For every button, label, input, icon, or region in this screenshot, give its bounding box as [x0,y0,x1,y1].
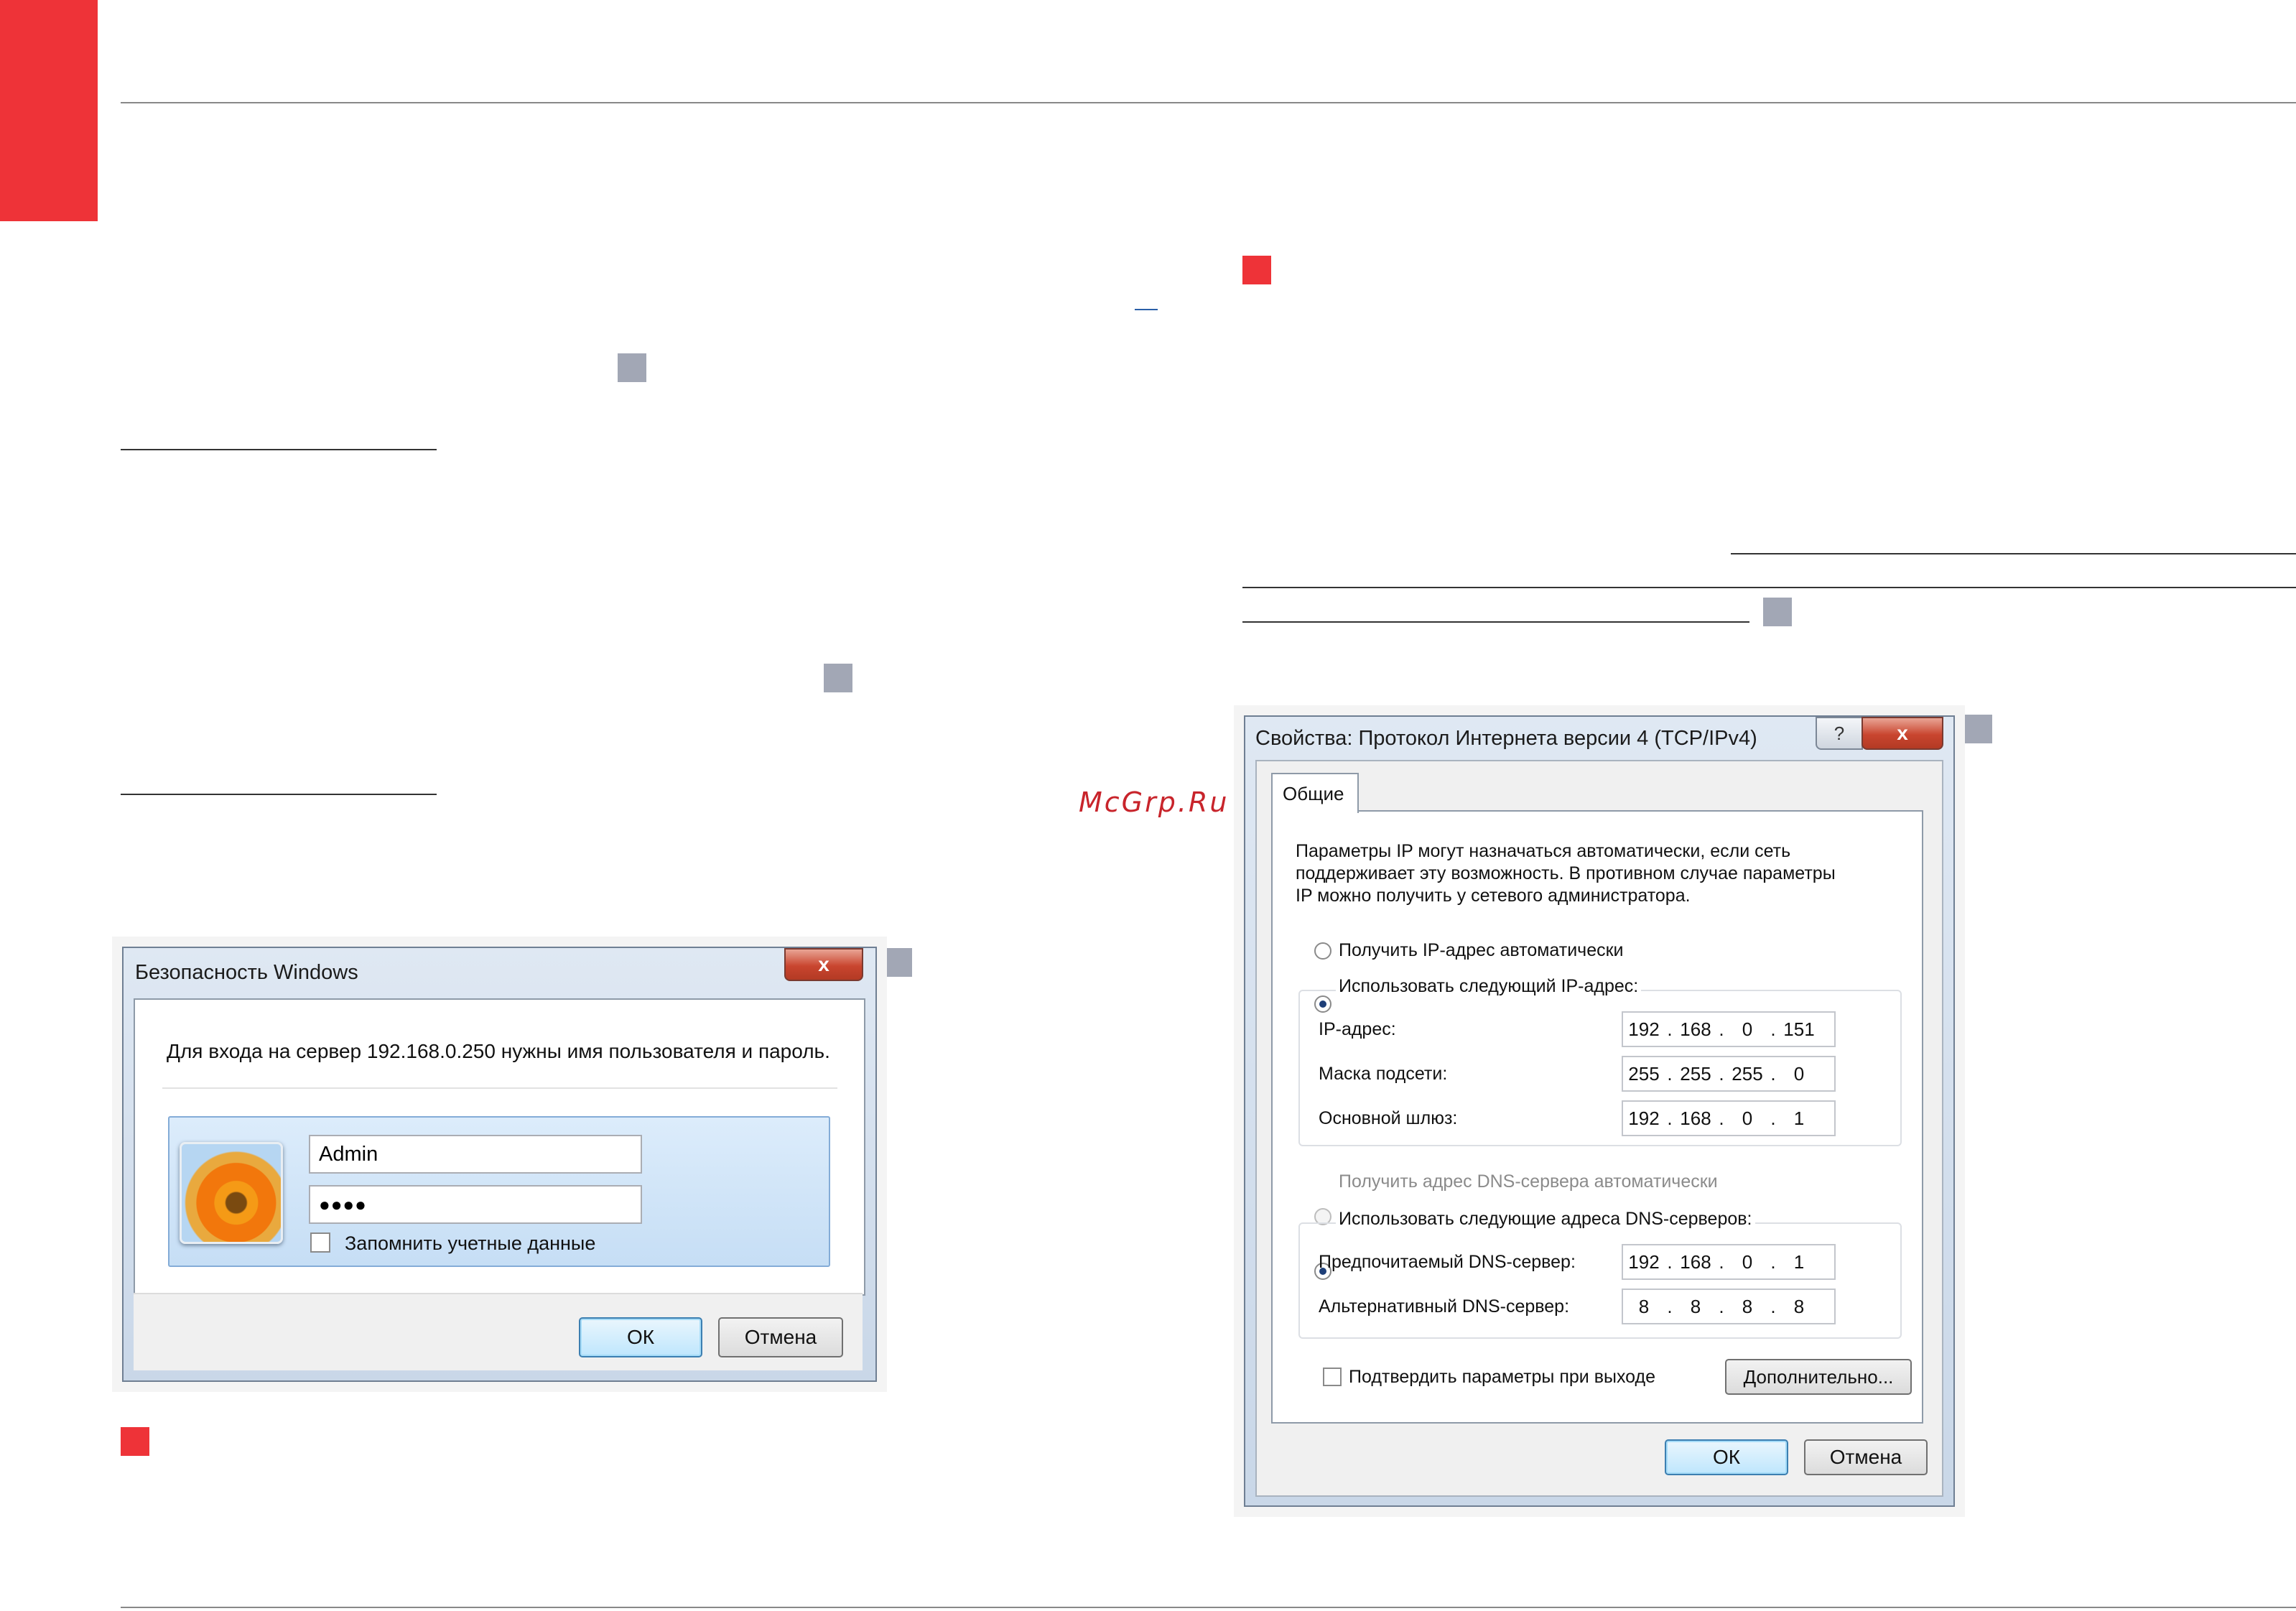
grey-marker [883,948,912,977]
close-button[interactable]: x [784,948,863,981]
octet: 1 [1793,1107,1805,1129]
ip-address-field[interactable]: 192. 168. 0. 151 [1622,1011,1836,1047]
login-dialog: Безопасность Windows x Для входа на серв… [122,947,877,1382]
password-input[interactable]: ●●●● [309,1185,642,1224]
octet: 8 [1793,1295,1805,1317]
separator [162,1087,837,1089]
alternate-dns-field[interactable]: 8. 8. 8. 8 [1622,1289,1836,1324]
red-corner-tab [0,0,98,221]
octet: 151 [1783,1018,1815,1040]
octet: 1 [1793,1250,1805,1273]
gateway-label: Основной шлюз: [1319,1108,1458,1128]
validate-checkbox[interactable] [1323,1368,1342,1386]
octet: 8 [1638,1295,1650,1317]
credential-tile: ●●●● Запомнить учетные данные [168,1116,830,1267]
dialog-footer: ОК Отмена [134,1293,863,1370]
underline [1242,621,1749,623]
remember-checkbox[interactable] [310,1232,330,1253]
gateway-field[interactable]: 192. 168. 0. 1 [1622,1100,1836,1136]
validate-label: Подтвердить параметры при выходе [1349,1367,1656,1387]
ok-button[interactable]: ОК [1665,1439,1788,1475]
grey-marker [618,353,646,382]
octet: 168 [1680,1018,1711,1040]
octet: 0 [1742,1018,1753,1040]
subnet-mask-label: Маска подсети: [1319,1064,1448,1084]
ipv4-properties-dialog: Свойства: Протокол Интернета версии 4 (T… [1244,715,1955,1507]
underline [1242,587,2296,588]
dialog-body: Для входа на сервер 192.168.0.250 нужны … [134,998,865,1296]
top-rule [121,102,2296,103]
radio-manual-ip-label: Использовать следующий IP-адрес: [1336,975,1642,998]
dialog-title: Свойства: Протокол Интернета версии 4 (T… [1255,727,1757,750]
octet: 192 [1628,1018,1660,1040]
octet: 8 [1742,1295,1753,1317]
tab-general[interactable]: Общие [1271,773,1359,813]
advanced-button[interactable]: Дополнительно... [1725,1359,1912,1395]
ok-button[interactable]: ОК [579,1317,702,1357]
remember-label: Запомнить учетные данные [345,1232,596,1254]
radio-auto-ip[interactable] [1314,942,1331,960]
cancel-button[interactable]: Отмена [718,1317,843,1357]
bottom-rule [121,1607,2296,1608]
octet: 192 [1628,1107,1660,1129]
underline [121,794,437,795]
grey-marker [824,664,852,692]
ip-address-label: IP-адрес: [1319,1019,1396,1039]
close-icon: x [818,953,829,975]
help-button[interactable]: ? [1816,717,1863,750]
tab-page: Параметры IP могут назначаться автоматич… [1271,810,1923,1424]
underline [1731,553,2296,554]
intro-line: Параметры IP могут назначаться автоматич… [1296,841,1791,861]
preferred-dns-label: Предпочитаемый DNS-сервер: [1319,1252,1576,1272]
login-message: Для входа на сервер 192.168.0.250 нужны … [167,1040,830,1062]
flower-user-icon [180,1142,283,1244]
octet: 0 [1742,1107,1753,1129]
close-icon: x [1897,722,1908,744]
radio-auto-ip-label: Получить IP-адрес автоматически [1339,940,1624,960]
grey-marker [1963,715,1992,743]
octet: 168 [1680,1250,1711,1273]
question-mark-icon: ? [1833,722,1845,744]
tab-general-label: Общие [1283,783,1344,804]
octet: 168 [1680,1107,1711,1129]
underline [1135,309,1158,310]
close-button[interactable]: x [1862,717,1943,750]
radio-auto-dns-label: Получить адрес DNS-сервера автоматически [1339,1171,1718,1192]
grey-marker [1763,598,1792,626]
dialog-title: Безопасность Windows [135,961,358,984]
watermark: McGrp.Ru [1079,786,1230,818]
intro-line: IP можно получить у сетевого администрат… [1296,886,1691,906]
underline [121,449,437,450]
octet: 0 [1742,1250,1753,1273]
dialog-client: Общие Параметры IP могут назначаться авт… [1255,760,1943,1497]
red-marker [1242,256,1271,284]
octet: 192 [1628,1250,1660,1273]
octet: 255 [1680,1062,1711,1085]
cancel-button[interactable]: Отмена [1804,1439,1928,1475]
radio-manual-dns-label: Использовать следующие адреса DNS-сервер… [1336,1208,1755,1230]
username-input[interactable] [309,1135,642,1174]
preferred-dns-field[interactable]: 192. 168. 0. 1 [1622,1244,1836,1280]
alternate-dns-label: Альтернативный DNS-сервер: [1319,1296,1570,1317]
subnet-mask-field[interactable]: 255. 255. 255. 0 [1622,1056,1836,1092]
red-marker [121,1427,149,1456]
octet: 255 [1732,1062,1763,1085]
octet: 0 [1793,1062,1805,1085]
octet: 255 [1628,1062,1660,1085]
radio-manual-ip[interactable] [1314,995,1331,1013]
octet: 8 [1690,1295,1701,1317]
intro-line: поддерживает эту возможность. В противно… [1296,863,1836,883]
